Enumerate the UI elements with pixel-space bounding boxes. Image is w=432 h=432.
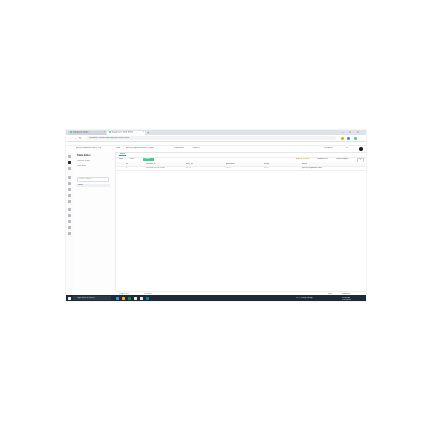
column-header[interactable]: id (126, 163, 142, 165)
new-tab-button[interactable]: + (147, 130, 149, 135)
realtime-icon[interactable] (68, 200, 71, 203)
column-header[interactable]: created_at (146, 163, 176, 165)
auth-icon[interactable] (68, 182, 71, 185)
url-text: supabase.com/dashboard/project/table-edi… (89, 136, 130, 139)
gear-icon[interactable]: ⚙ (346, 147, 348, 149)
chrome-icon[interactable] (128, 296, 131, 300)
table-cell[interactable]: NULL (264, 167, 294, 169)
storage-icon[interactable] (68, 188, 71, 191)
close-icon[interactable]: × (143, 131, 144, 133)
database-icon[interactable] (68, 176, 71, 179)
forward-icon[interactable]: → (74, 136, 77, 140)
app-icon[interactable] (134, 296, 137, 300)
clock-date[interactable]: 1/15/2025 (342, 299, 351, 301)
table-cell[interactable]: 2025-01-15 09:21:44 (146, 167, 180, 169)
extension-icon[interactable] (341, 136, 344, 140)
table-sidebar: Table Editor schema: public New table Se… (73, 152, 116, 291)
tab-label: Supabase Studio (73, 131, 89, 134)
profile-icon[interactable] (354, 136, 357, 140)
close-icon[interactable]: × (104, 131, 105, 133)
settings-icon[interactable] (68, 232, 71, 235)
realtime-toggle[interactable]: Realtime off (317, 158, 333, 160)
vscode-icon[interactable] (146, 296, 149, 300)
sidebar-title: Table Editor (77, 154, 91, 157)
table-cell[interactable]: yusuf@supabase.com (302, 167, 342, 169)
column-header[interactable]: user_id (186, 163, 216, 165)
table-search-input[interactable]: Search tables... (77, 177, 109, 182)
task-view-icon[interactable] (116, 296, 119, 300)
breadcrumb-project[interactable]: yusuf@supabase.com's Project (126, 147, 170, 149)
help-icon[interactable]: ? (340, 147, 341, 149)
taskbar-search-placeholder: Type here to search (77, 296, 95, 299)
api-docs-icon[interactable] (68, 220, 71, 223)
sidebar-item-users[interactable]: users (76, 184, 110, 187)
main-area: users Filter Sort Insert Add RLS policy … (116, 152, 366, 291)
supabase-favicon-icon (109, 131, 111, 133)
column-header[interactable]: password (226, 163, 256, 165)
table-row[interactable]: 1 2025-01-15 09:21:44 NULL NULL NULL yus… (116, 166, 366, 171)
weather-widget[interactable]: 29°C Partly cloudy (296, 297, 324, 299)
file-explorer-icon[interactable] (122, 296, 125, 300)
breadcrumb-org[interactable]: yusuf@supabase.com's Org (76, 147, 114, 149)
breadcrumb-branch[interactable]: Production (174, 147, 188, 149)
feedback-button[interactable]: Feedback (324, 147, 333, 149)
schema-selector[interactable]: schema: public (77, 160, 90, 162)
address-bar[interactable]: supabase.com/dashboard/project/table-edi… (86, 136, 336, 140)
role-selector[interactable]: Role postgres (336, 158, 350, 160)
back-icon[interactable]: ← (69, 136, 72, 140)
windows-start-icon[interactable] (68, 296, 71, 300)
insert-label: Insert (145, 158, 151, 161)
tab-label: Supabase | Table Editor (112, 131, 134, 134)
table-cell[interactable]: NULL (186, 167, 216, 169)
reports-icon[interactable] (68, 208, 71, 211)
insert-button[interactable]: Insert (143, 158, 154, 161)
reload-icon[interactable]: ↻ (79, 136, 82, 140)
new-table-button[interactable]: New table (77, 165, 86, 167)
column-header[interactable]: email (302, 163, 342, 165)
sidebar-item-label: users (78, 184, 83, 187)
connect-button[interactable]: Connect (192, 147, 206, 149)
extension-icon[interactable] (347, 136, 350, 140)
search-placeholder: Search tables... (79, 178, 93, 181)
column-header[interactable]: name (264, 163, 294, 165)
sort-button[interactable]: Sort (130, 158, 134, 160)
avatar[interactable] (359, 146, 363, 151)
filter-button[interactable]: Filter (119, 158, 123, 160)
taskbar-search[interactable]: Type here to search (73, 296, 111, 300)
home-icon[interactable] (68, 155, 71, 158)
tab-users[interactable]: users (119, 153, 126, 157)
supabase-favicon-icon (70, 131, 72, 133)
logs-icon[interactable] (68, 214, 71, 217)
screen: Supabase Studio × Supabase | Table Edito… (66, 130, 366, 301)
app-icon[interactable] (140, 296, 143, 300)
table-cell[interactable]: NULL (226, 167, 256, 169)
table-editor-icon[interactable] (68, 161, 71, 164)
rls-button[interactable]: Add RLS policy (296, 158, 314, 160)
sql-editor-icon[interactable] (68, 167, 71, 170)
os-taskbar: Type here to search 29°C Partly cloudy 1… (66, 295, 366, 301)
breadcrumb-plan: Free (116, 147, 121, 150)
functions-icon[interactable] (68, 194, 71, 197)
table-cell[interactable]: 1 (126, 167, 142, 169)
integrations-icon[interactable] (68, 226, 71, 229)
